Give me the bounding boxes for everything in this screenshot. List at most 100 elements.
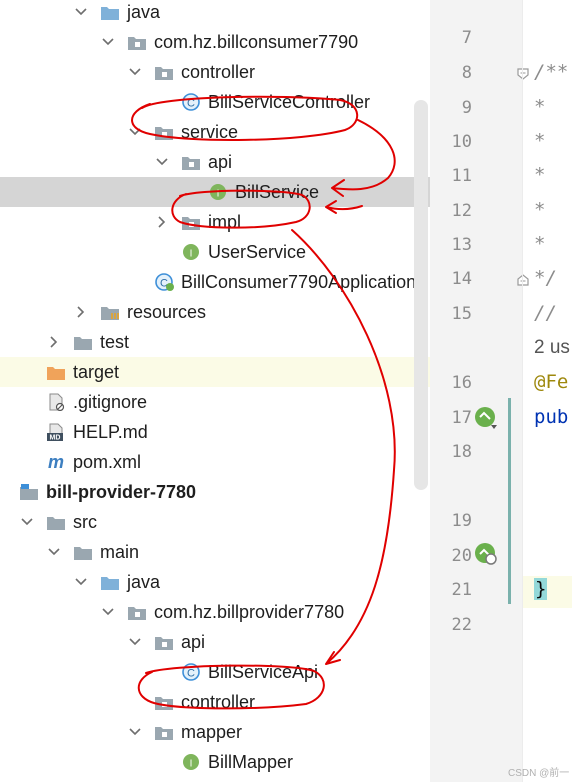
tree-item-com-hz-billconsumer7790[interactable]: com.hz.billconsumer7790 bbox=[0, 27, 430, 57]
line-number: 7 bbox=[461, 28, 472, 48]
tree-item-java[interactable]: java bbox=[0, 567, 430, 597]
tree-item-label: test bbox=[100, 332, 130, 352]
tree-item-resources[interactable]: resources bbox=[0, 297, 430, 327]
tree-item-src[interactable]: src bbox=[0, 507, 430, 537]
chevron-down-icon[interactable] bbox=[19, 514, 35, 530]
line-number: 8 bbox=[461, 63, 472, 83]
tree-item-controller[interactable]: controller bbox=[0, 57, 430, 87]
package-icon bbox=[128, 37, 146, 50]
spring-boot-class-icon: C bbox=[155, 273, 174, 291]
fold-icon[interactable] bbox=[516, 272, 530, 288]
tree-item-label: mapper bbox=[181, 722, 243, 742]
tree-item-label: resources bbox=[127, 302, 207, 322]
tree-item-pom-xml[interactable]: m pom.xml bbox=[0, 447, 430, 477]
code-line[interactable]: * bbox=[534, 164, 545, 186]
tree-item-label: java bbox=[127, 2, 161, 22]
line-number: 16 bbox=[451, 373, 472, 393]
source-folder-icon bbox=[101, 577, 119, 590]
tree-item-label: UserService bbox=[208, 242, 307, 262]
chevron-down-icon[interactable] bbox=[73, 4, 89, 20]
code-line[interactable]: } bbox=[534, 578, 548, 600]
code-line[interactable]: * bbox=[534, 96, 545, 118]
tree-item-java[interactable]: java bbox=[0, 0, 430, 27]
fold-icon[interactable] bbox=[516, 66, 530, 82]
code-line[interactable]: // bbox=[534, 302, 557, 324]
tree-item-label: main bbox=[100, 542, 140, 562]
tree-item-label: api bbox=[181, 632, 206, 652]
chevron-down-icon[interactable] bbox=[100, 604, 116, 620]
tree-item-label: impl bbox=[208, 212, 242, 232]
code-line[interactable]: pub bbox=[534, 406, 568, 428]
tree-item-target[interactable]: target bbox=[0, 357, 430, 387]
chevron-down-icon[interactable] bbox=[100, 34, 116, 50]
tree-item-label: service bbox=[181, 122, 239, 142]
tree-item-label: BillMapper bbox=[208, 752, 294, 772]
implementation-gutter-icon[interactable] bbox=[474, 405, 500, 431]
tree-item-test[interactable]: test bbox=[0, 327, 430, 357]
tree-scrollbar[interactable] bbox=[414, 100, 428, 490]
folder-icon bbox=[74, 337, 92, 350]
chevron-right-icon[interactable] bbox=[46, 334, 62, 350]
ignored-file-icon bbox=[49, 393, 65, 411]
tree-item-gitignore[interactable]: .gitignore bbox=[0, 387, 430, 417]
maven-file-icon: m bbox=[48, 453, 64, 471]
tree-item-controller[interactable]: controller bbox=[0, 687, 430, 717]
usages-hint[interactable]: 2 us bbox=[534, 337, 570, 359]
tree-item-label: BillServiceController bbox=[208, 92, 371, 112]
change-marker bbox=[508, 398, 511, 604]
line-number: 20 bbox=[451, 546, 472, 566]
chevron-down-icon[interactable] bbox=[46, 544, 62, 560]
chevron-right-icon[interactable] bbox=[73, 304, 89, 320]
chevron-down-icon[interactable] bbox=[127, 124, 143, 140]
code-line[interactable]: @Fe bbox=[534, 371, 568, 393]
tree-item-label: api bbox=[208, 152, 233, 172]
svg-text:I: I bbox=[190, 759, 193, 770]
tree-item-api[interactable]: api bbox=[0, 147, 430, 177]
editor-gutter: 7 8 9 10 11 12 13 14 15 16 17 18 19 20 2… bbox=[430, 0, 529, 782]
tree-item-mapper[interactable]: mapper bbox=[0, 717, 430, 747]
code-line[interactable]: /** bbox=[534, 61, 568, 83]
tree-item-userservice[interactable]: I UserService bbox=[0, 237, 430, 267]
chevron-down-icon[interactable] bbox=[127, 634, 143, 650]
tree-item-label: BillServiceApi bbox=[208, 662, 319, 682]
tree-item-billserviceapi[interactable]: C BillServiceApi bbox=[0, 657, 430, 687]
tree-item-label: controller bbox=[181, 692, 256, 712]
tree-item-main[interactable]: main bbox=[0, 537, 430, 567]
chevron-down-icon[interactable] bbox=[127, 724, 143, 740]
tree-item-label: target bbox=[73, 362, 120, 382]
line-number: 19 bbox=[451, 511, 472, 531]
tree-item-label: com.hz.billprovider7780 bbox=[154, 602, 345, 622]
tree-item-label: pom.xml bbox=[73, 452, 142, 472]
tree-item-label: com.hz.billconsumer7790 bbox=[154, 32, 359, 52]
line-number: 17 bbox=[451, 408, 472, 428]
line-number: 13 bbox=[451, 235, 472, 255]
svg-text:m: m bbox=[48, 453, 64, 471]
code-line[interactable]: * bbox=[534, 233, 545, 255]
markdown-file-icon: MD bbox=[47, 423, 63, 442]
chevron-down-icon[interactable] bbox=[127, 64, 143, 80]
svg-text:C: C bbox=[187, 98, 195, 110]
spring-bean-gutter-icon[interactable] bbox=[474, 542, 500, 568]
tree-item-impl[interactable]: impl bbox=[0, 207, 430, 237]
source-folder-icon bbox=[101, 7, 119, 20]
tree-item-com-hz-billprovider7780[interactable]: com.hz.billprovider7780 bbox=[0, 597, 430, 627]
chevron-down-icon[interactable] bbox=[154, 154, 170, 170]
tree-item-service[interactable]: service bbox=[0, 117, 430, 147]
tree-item-billmapper[interactable]: I BillMapper bbox=[0, 747, 430, 777]
tree-item-billservicecontroller[interactable]: C BillServiceController bbox=[0, 87, 430, 117]
code-line[interactable]: * bbox=[534, 130, 545, 152]
class-icon: C bbox=[182, 93, 200, 111]
tree-item-label: HELP.md bbox=[73, 422, 148, 442]
watermark: CSDN @前一 bbox=[508, 768, 570, 779]
svg-text:MD: MD bbox=[50, 435, 61, 442]
tree-item-bill-provider-7780[interactable]: bill-provider-7780 bbox=[0, 477, 430, 507]
chevron-down-icon[interactable] bbox=[73, 574, 89, 590]
code-line[interactable]: * bbox=[534, 199, 545, 221]
project-tree: java com.hz.billconsumer7790 controller C Bi… bbox=[0, 0, 430, 782]
tree-item-billservice[interactable]: I BillService bbox=[0, 177, 430, 207]
code-line[interactable]: */ bbox=[534, 267, 557, 289]
tree-item-help-md[interactable]: MD HELP.md bbox=[0, 417, 430, 447]
chevron-right-icon[interactable] bbox=[154, 214, 170, 230]
tree-item-api[interactable]: api bbox=[0, 627, 430, 657]
tree-item-billconsumer7790application[interactable]: C BillConsumer7790Application bbox=[0, 267, 430, 297]
